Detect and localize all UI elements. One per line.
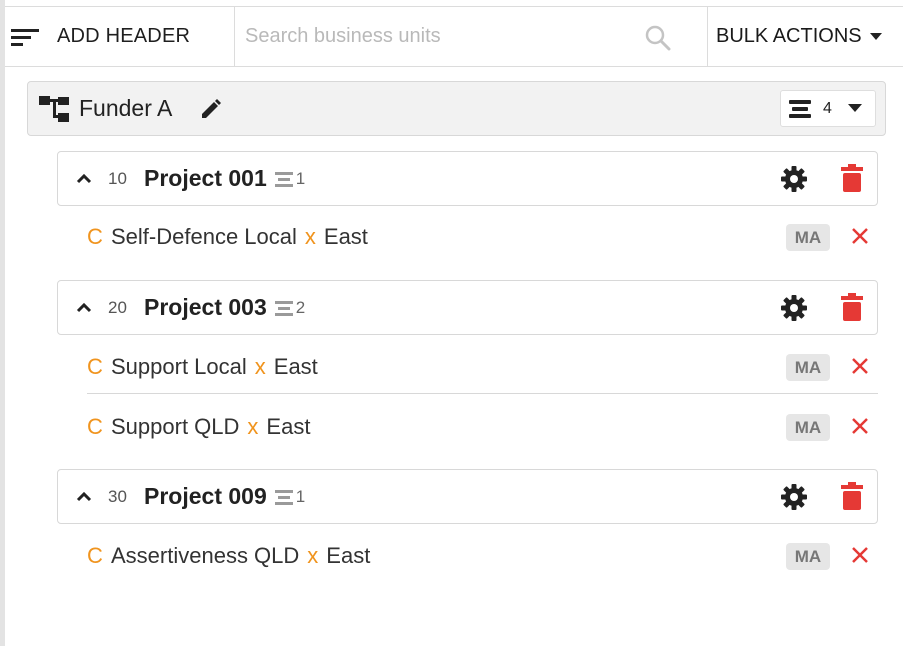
trash-icon[interactable] (841, 293, 863, 321)
item-separator: x (247, 414, 259, 439)
add-header-label: ADD HEADER (57, 25, 191, 47)
item-region: East (266, 414, 311, 439)
gear-icon[interactable] (781, 484, 807, 510)
item-code: C (87, 353, 103, 379)
project-count: 1 (295, 168, 306, 188)
chevron-up-icon[interactable] (76, 173, 92, 184)
list-item: C Assertiveness QLD x East MA (87, 529, 878, 583)
item-code: C (87, 414, 103, 439)
org-tree-icon (39, 95, 69, 122)
funder-count: 4 (823, 99, 832, 117)
item-separator: x (307, 543, 319, 568)
item-name: Support QLD (111, 414, 240, 439)
list-item: C Self-Defence Local x East MA (87, 210, 878, 264)
close-icon[interactable] (850, 356, 870, 376)
stack-icon (274, 489, 293, 505)
project-name: Project 001 (144, 165, 267, 191)
trash-icon[interactable] (841, 164, 863, 192)
project-header: 30 Project 009 1 (57, 469, 878, 524)
item-region: East (323, 224, 368, 249)
project-header: 20 Project 003 2 (57, 280, 878, 335)
stack-icon (274, 300, 293, 316)
project-count: 1 (295, 486, 306, 506)
list-item: C Support QLD x East MA (87, 400, 878, 454)
project-name: Project 003 (144, 294, 267, 320)
search-box (234, 7, 708, 66)
chevron-up-icon[interactable] (76, 302, 92, 313)
gear-icon[interactable] (781, 295, 807, 321)
status-badge: MA (786, 414, 830, 441)
gear-icon[interactable] (781, 166, 807, 192)
list-item: C Support Local x East MA (87, 340, 878, 394)
item-region: East (273, 353, 318, 379)
chevron-up-icon[interactable] (76, 491, 92, 502)
add-header-button[interactable]: ADD HEADER (5, 7, 234, 66)
project-header: 10 Project 001 1 (57, 151, 878, 206)
project-count: 2 (295, 297, 306, 317)
status-badge: MA (786, 224, 830, 251)
funder-card: Funder A 4 (27, 81, 886, 136)
stack-icon (274, 171, 293, 187)
funder-count-select[interactable]: 4 (780, 90, 876, 127)
item-name: Assertiveness QLD (111, 543, 300, 568)
item-code: C (87, 224, 103, 249)
item-name: Support Local (111, 353, 247, 379)
pencil-icon[interactable] (200, 98, 222, 120)
toolbar: ADD HEADER BULK ACTIONS (5, 6, 903, 67)
bulk-actions-label: BULK ACTIONS (716, 25, 862, 47)
close-icon[interactable] (850, 226, 870, 246)
search-input[interactable] (235, 7, 707, 66)
filter-list-icon (11, 28, 39, 46)
left-rail (0, 0, 5, 646)
item-region: East (326, 543, 371, 568)
item-name: Self-Defence Local (111, 224, 297, 249)
item-code: C (87, 543, 103, 568)
caret-down-icon (869, 32, 882, 40)
project-order: 10 (108, 168, 127, 188)
trash-icon[interactable] (841, 482, 863, 510)
project-order: 20 (108, 297, 127, 317)
funder-name: Funder A (79, 95, 173, 121)
item-separator: x (304, 224, 316, 249)
list-icon (789, 99, 811, 118)
item-separator: x (254, 353, 266, 379)
search-icon[interactable] (645, 25, 671, 51)
caret-down-icon (847, 104, 862, 112)
project-name: Project 009 (144, 483, 267, 509)
bulk-actions-dropdown[interactable]: BULK ACTIONS (708, 7, 903, 66)
status-badge: MA (786, 543, 830, 570)
project-order: 30 (108, 486, 127, 506)
status-badge: MA (786, 354, 830, 381)
close-icon[interactable] (850, 416, 870, 436)
close-icon[interactable] (850, 545, 870, 565)
